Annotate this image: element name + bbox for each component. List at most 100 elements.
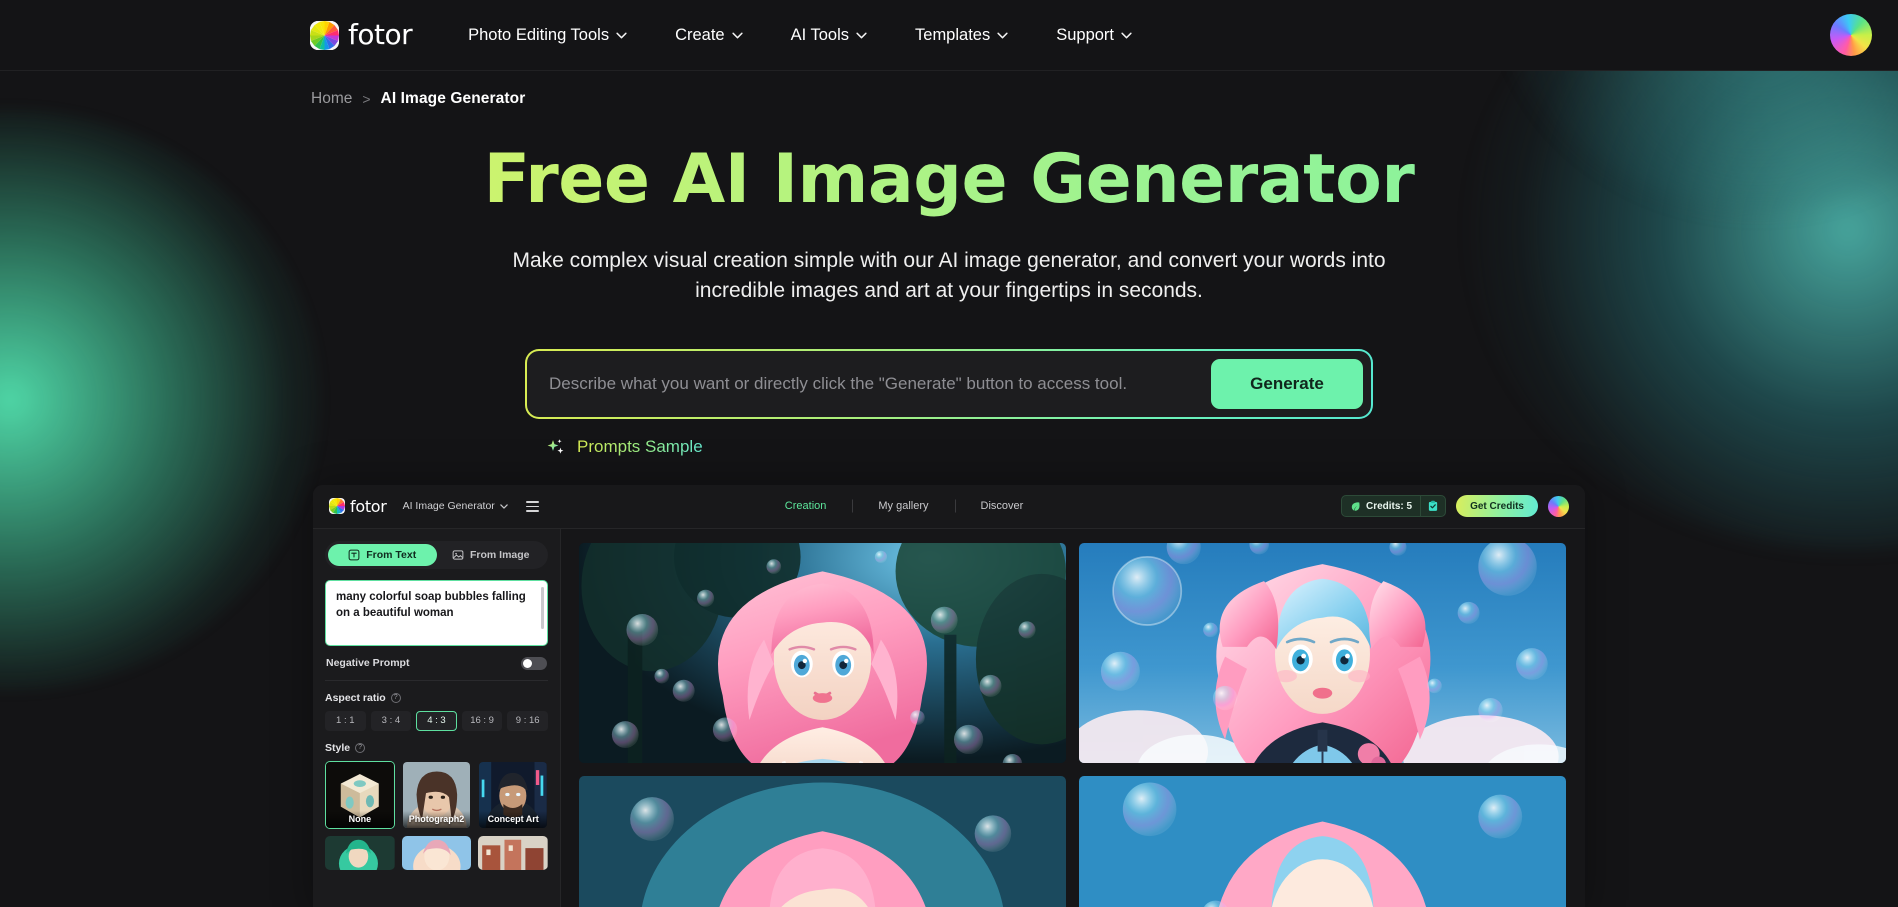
tab-from-image-label: From Image xyxy=(469,548,530,561)
credits-task-button[interactable] xyxy=(1421,500,1445,512)
generate-button[interactable]: Generate xyxy=(1211,358,1363,409)
chevron-down-icon xyxy=(616,32,627,38)
nav-item-label: Photo Editing Tools xyxy=(468,25,610,44)
page-title: Free AI Image Generator xyxy=(0,141,1898,218)
chevron-down-icon xyxy=(1121,32,1132,38)
aspect-ratio-4-3[interactable]: 4 : 3 xyxy=(416,710,457,731)
credits-chip[interactable]: Credits: 5 xyxy=(1340,495,1447,518)
top-navigation: fotor Photo Editing Tools Create AI Tool… xyxy=(0,0,1898,71)
app-tab-bar: Creation My gallery Discover xyxy=(759,500,1050,512)
hamburger-icon[interactable] xyxy=(525,498,539,515)
style-card-extra-1[interactable] xyxy=(325,835,395,870)
app-module-selector[interactable]: AI Image Generator xyxy=(403,500,508,512)
result-image-4[interactable] xyxy=(1079,775,1566,907)
prompts-sample-link[interactable]: Prompts Sample xyxy=(533,437,703,458)
style-card-photograph2[interactable]: Photograph2 xyxy=(402,761,472,829)
fotor-logo-link[interactable]: fotor xyxy=(310,18,413,51)
chevron-down-icon xyxy=(997,32,1008,38)
fotor-logo-icon xyxy=(310,20,339,50)
chevron-down-icon xyxy=(856,32,867,38)
fotor-wordmark: fotor xyxy=(348,18,413,51)
app-logo-link[interactable]: fotor xyxy=(329,497,387,516)
style-card-concept-art[interactable]: Concept Art xyxy=(478,761,548,829)
help-icon[interactable]: ? xyxy=(355,742,366,753)
generated-image-1 xyxy=(579,542,1066,763)
app-prompt-value: many colorful soap bubbles falling on a … xyxy=(336,590,526,620)
tab-from-text-label: From Text xyxy=(366,548,417,561)
result-image-1[interactable] xyxy=(579,542,1066,763)
style-thumbnail-extra-2 xyxy=(401,835,472,870)
style-name-none: None xyxy=(326,810,394,828)
avatar[interactable] xyxy=(1830,14,1872,56)
nav-menu: Photo Editing Tools Create AI Tools Temp… xyxy=(444,16,1156,55)
aspect-ratio-options: 1 : 1 3 : 4 4 : 3 16 : 9 9 : 16 xyxy=(325,710,548,731)
sparkles-icon xyxy=(547,438,564,454)
prompts-sample-label: Prompts Sample xyxy=(577,437,703,457)
prompt-bar-inner: Generate xyxy=(527,350,1371,417)
nav-item-support[interactable]: Support xyxy=(1032,16,1156,55)
tab-from-text[interactable]: From Text xyxy=(328,543,437,566)
page-subtitle: Make complex visual creation simple with… xyxy=(512,249,1386,302)
credits-label: Credits: 5 xyxy=(1365,500,1413,512)
style-options: None Photograph2 Concept Art xyxy=(325,760,548,829)
app-prompt-textarea[interactable]: many colorful soap bubbles falling on a … xyxy=(325,579,548,646)
style-card-extra-3[interactable] xyxy=(478,835,549,870)
aspect-ratio-1-1[interactable]: 1 : 1 xyxy=(325,710,366,731)
nav-item-photo-editing-tools[interactable]: Photo Editing Tools xyxy=(444,16,651,55)
get-credits-button[interactable]: Get Credits xyxy=(1456,495,1538,518)
chevron-down-icon xyxy=(500,504,508,509)
result-image-3[interactable] xyxy=(579,775,1066,907)
app-avatar[interactable] xyxy=(1548,495,1569,517)
negative-prompt-label: Negative Prompt xyxy=(326,657,410,670)
prompt-scrollbar[interactable] xyxy=(541,586,544,629)
style-card-extra-2[interactable] xyxy=(401,835,472,870)
nav-item-label: Support xyxy=(1056,25,1115,44)
negative-prompt-toggle[interactable] xyxy=(521,656,547,670)
app-header-right: Credits: 5 Get Credits xyxy=(1340,495,1569,518)
aspect-ratio-header: Aspect ratio ? xyxy=(325,692,548,704)
generated-image-2 xyxy=(1079,542,1566,763)
negative-prompt-row: Negative Prompt xyxy=(325,646,548,681)
nav-item-create[interactable]: Create xyxy=(651,16,767,55)
style-header: Style ? xyxy=(325,742,548,754)
chevron-down-icon xyxy=(731,32,743,38)
breadcrumb-separator-icon: > xyxy=(362,91,371,107)
prompt-input[interactable] xyxy=(549,350,1211,417)
help-icon[interactable]: ? xyxy=(390,692,401,703)
style-card-none[interactable]: None xyxy=(325,760,395,829)
aspect-ratio-3-4[interactable]: 3 : 4 xyxy=(370,710,412,731)
breadcrumb: Home > AI Image Generator xyxy=(0,71,1898,108)
app-sidebar: From Text From Image many colorful soap … xyxy=(313,528,561,907)
nav-item-templates[interactable]: Templates xyxy=(891,16,1032,55)
image-icon xyxy=(452,550,464,560)
tab-from-image[interactable]: From Image xyxy=(437,544,546,566)
generated-image-3 xyxy=(579,775,1066,907)
prompt-bar: Generate xyxy=(525,348,1373,419)
result-image-2[interactable] xyxy=(1079,542,1566,763)
source-tab-group: From Text From Image xyxy=(325,540,548,569)
nav-item-ai-tools[interactable]: AI Tools xyxy=(767,16,891,55)
app-preview: fotor AI Image Generator Creation My gal… xyxy=(313,484,1585,907)
clipboard-check-icon xyxy=(1428,501,1438,512)
app-fotor-logo-icon xyxy=(329,498,345,515)
style-thumbnail-extra-1 xyxy=(325,835,395,870)
aspect-ratio-9-16[interactable]: 9 : 16 xyxy=(507,710,548,731)
breadcrumb-home-link[interactable]: Home xyxy=(311,90,352,108)
breadcrumb-current: AI Image Generator xyxy=(380,90,526,107)
aspect-ratio-label: Aspect ratio xyxy=(325,691,386,704)
app-fotor-wordmark: fotor xyxy=(350,496,387,516)
style-thumbnail-extra-3 xyxy=(478,835,549,870)
aspect-ratio-16-9[interactable]: 16 : 9 xyxy=(461,710,503,731)
tab-discover[interactable]: Discover xyxy=(955,500,1050,512)
text-box-icon xyxy=(348,549,360,561)
style-name-photograph2: Photograph2 xyxy=(402,810,471,828)
app-header: fotor AI Image Generator Creation My gal… xyxy=(313,484,1585,529)
page-root: fotor Photo Editing Tools Create AI Tool… xyxy=(0,0,1898,907)
hero-section: Free AI Image Generator Make complex vis… xyxy=(0,141,1898,306)
credits-display: Credits: 5 xyxy=(1342,501,1420,512)
tab-creation[interactable]: Creation xyxy=(759,500,853,512)
tab-my-gallery[interactable]: My gallery xyxy=(852,500,954,512)
nav-item-label: Create xyxy=(675,25,725,44)
style-name-concept-art: Concept Art xyxy=(479,810,548,828)
generated-image-4 xyxy=(1079,775,1566,907)
